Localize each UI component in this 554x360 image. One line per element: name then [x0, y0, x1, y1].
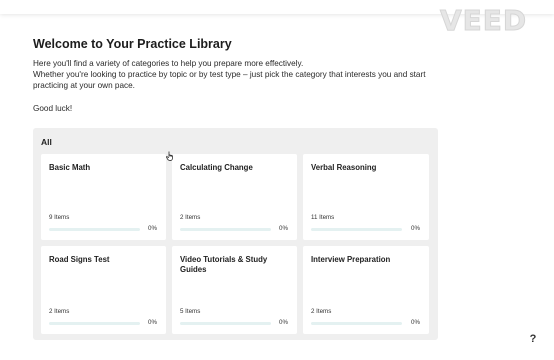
card-title: Interview Preparation — [311, 255, 391, 264]
card-item-count: 2 Items — [49, 308, 70, 315]
good-luck-text: Good luck! — [33, 103, 73, 113]
watermark-logo: VEED — [439, 4, 528, 38]
card-title: Road Signs Test — [49, 255, 110, 264]
category-grid: Basic Math 9 Items 0% Calculating Change… — [41, 154, 429, 334]
card-progress-percent: 0% — [148, 319, 157, 326]
category-panel: All Basic Math 9 Items 0% Calculating Ch… — [33, 128, 438, 340]
card-progress-bar — [180, 228, 271, 231]
card-item-count: 2 Items — [311, 308, 332, 315]
card-item-count: 9 Items — [49, 214, 70, 221]
category-card-road-signs-test[interactable]: Road Signs Test 2 Items 0% — [41, 246, 166, 334]
category-card-video-tutorials[interactable]: Video Tutorials & Study Guides 5 Items 0… — [172, 246, 297, 334]
category-card-verbal-reasoning[interactable]: Verbal Reasoning 11 Items 0% — [303, 154, 429, 240]
category-card-calculating-change[interactable]: Calculating Change 2 Items 0% — [172, 154, 297, 240]
card-progress-percent: 0% — [279, 319, 288, 326]
card-item-count: 2 Items — [180, 214, 201, 221]
card-title: Basic Math — [49, 163, 91, 172]
intro-line-1: Here you'll find a variety of categories… — [33, 59, 304, 68]
card-title: Calculating Change — [180, 163, 253, 172]
category-card-interview-preparation[interactable]: Interview Preparation 2 Items 0% — [303, 246, 429, 334]
card-progress-bar — [49, 228, 140, 231]
page-title: Welcome to Your Practice Library — [33, 37, 232, 51]
card-item-count: 5 Items — [180, 308, 201, 315]
card-item-count: 11 Items — [311, 214, 335, 221]
category-filter-label: All — [41, 137, 52, 147]
intro-line-2: Whether you're looking to practice by to… — [33, 70, 426, 91]
card-progress-percent: 0% — [279, 225, 288, 232]
card-title: Verbal Reasoning — [311, 163, 377, 172]
card-progress-bar — [49, 322, 140, 325]
card-progress-bar — [180, 322, 271, 325]
card-title: Video Tutorials & Study Guides — [180, 255, 268, 274]
card-progress-percent: 0% — [411, 225, 420, 232]
card-progress-percent: 0% — [148, 225, 157, 232]
help-question-icon[interactable]: ? — [525, 331, 541, 347]
card-progress-bar — [311, 228, 402, 231]
category-card-basic-math[interactable]: Basic Math 9 Items 0% — [41, 154, 166, 240]
hand-pointer-icon — [166, 151, 173, 161]
intro-text: Here you'll find a variety of categories… — [33, 58, 453, 114]
card-progress-bar — [311, 322, 402, 325]
card-progress-percent: 0% — [411, 319, 420, 326]
